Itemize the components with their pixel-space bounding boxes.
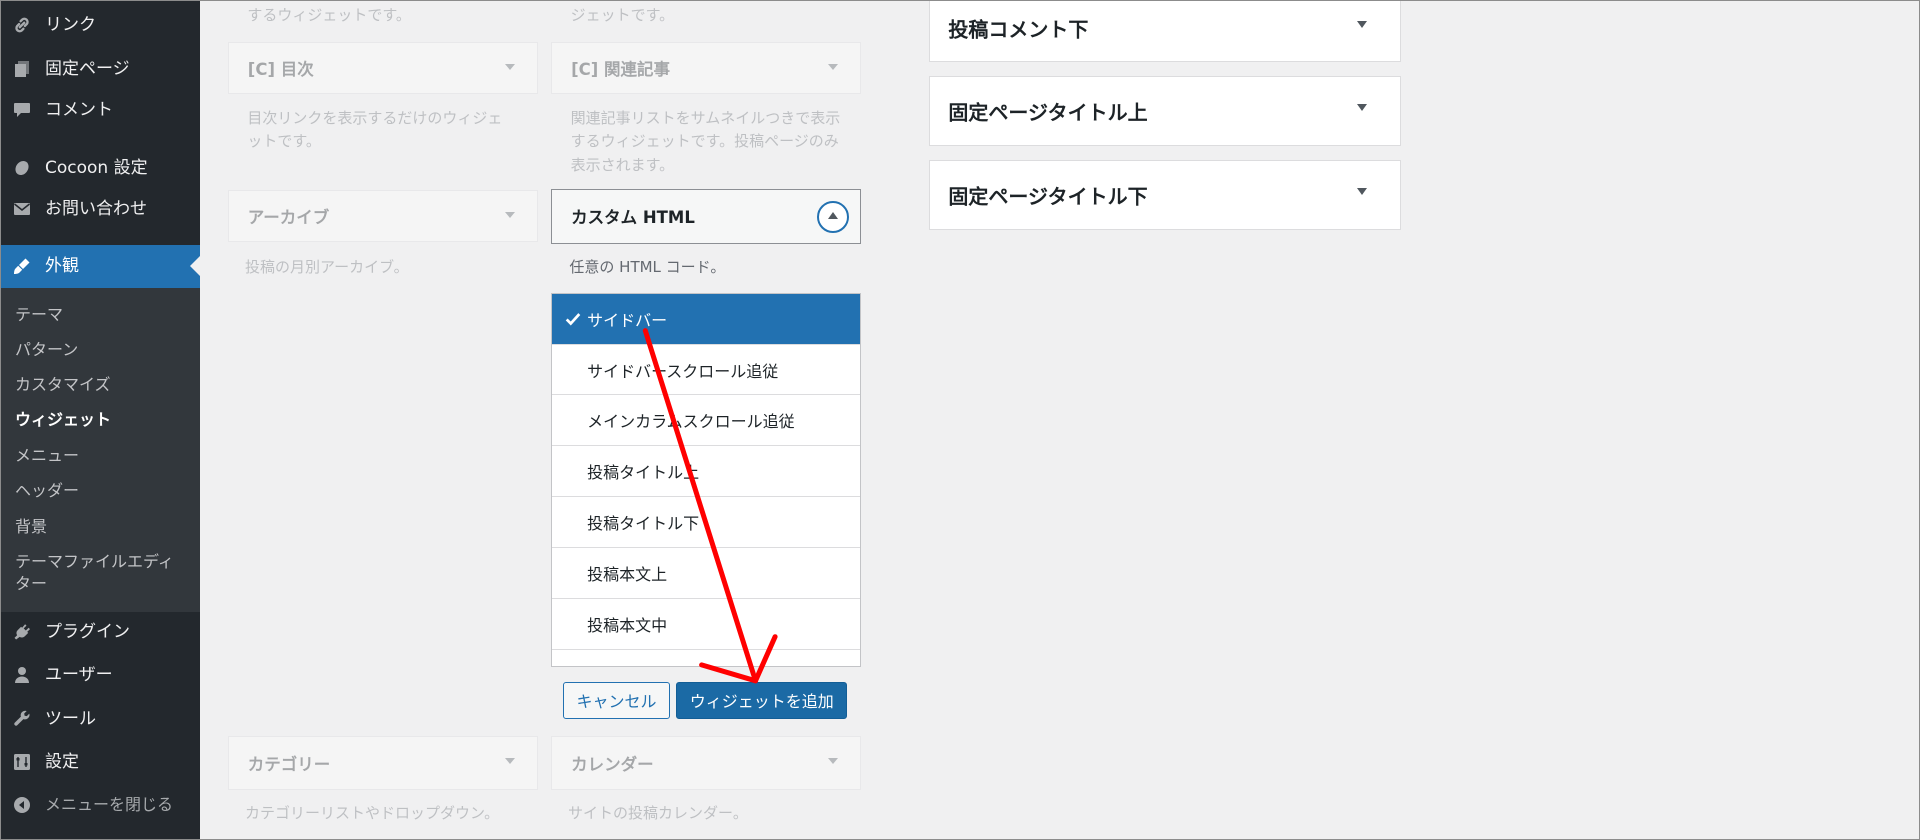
appearance-icon (12, 256, 32, 276)
widget-title: カテゴリー (247, 754, 331, 774)
sidebar-item-label: ツール (45, 708, 96, 729)
area-option-main-column-scroll[interactable]: メインカラムスクロール追従 (552, 395, 860, 447)
sidebar-item-label: Cocoon 設定 (45, 157, 148, 178)
chevron-up-icon (828, 211, 839, 219)
widget-title: カスタム HTML (571, 208, 695, 228)
area-option-above-post-title[interactable]: 投稿タイトル上 (552, 446, 860, 498)
widget-description: 任意の HTML コード。 (569, 257, 726, 276)
widget-toc[interactable]: [C] 目次 (227, 41, 538, 95)
widget-description: 関連記事リストをサムネイルつきで表示するウィジェットです。投稿ページのみ表示され… (570, 109, 841, 174)
cocoon-icon (12, 158, 32, 178)
submenu-item-patterns[interactable]: パターン (15, 339, 186, 361)
sidebar-item-label: ユーザー (45, 664, 113, 685)
widget-title: カレンダー (571, 754, 654, 774)
area-option-label: 投稿タイトル上 (587, 463, 700, 483)
area-option-above-post-body[interactable]: 投稿本文上 (552, 548, 860, 600)
widget-description: 投稿の月別アーカイブ。 (245, 257, 409, 276)
sidebar-item-label: リンク (45, 14, 96, 35)
link-icon (12, 15, 32, 35)
widget-title: [C] 関連記事 (571, 59, 671, 79)
widget-area-title: 投稿コメント下 (948, 17, 1089, 41)
sidebar-item-label: 設定 (45, 751, 79, 772)
collapse-menu-icon (12, 795, 32, 815)
active-menu-pointer (190, 256, 200, 276)
widget-area-above-page-title[interactable]: 固定ページタイトル上 (929, 75, 1401, 146)
sidebar-item-users[interactable]: ユーザー (0, 658, 200, 692)
widget-title: [C] 目次 (247, 59, 314, 79)
widget-toggle-arrow-icon[interactable] (827, 758, 838, 764)
widget-calendar[interactable]: カレンダー (551, 736, 861, 790)
sidebar-item-comments[interactable]: コメント (0, 93, 200, 127)
submenu-item-widgets[interactable]: ウィジェット (15, 409, 186, 431)
area-option-label: 投稿本文中 (587, 615, 668, 635)
checkmark-icon (564, 310, 582, 328)
area-option-label: メインカラムスクロール追従 (587, 412, 795, 432)
pages-icon (12, 59, 32, 79)
submenu-item-theme-file-editor[interactable]: テーマファイルエディター (15, 551, 186, 595)
sidebar-item-label: メニューを閉じる (45, 794, 174, 814)
area-option-label: サイドバー (587, 310, 668, 330)
area-option-below-post-title[interactable]: 投稿タイトル下 (552, 497, 860, 549)
submenu-item-customize[interactable]: カスタマイズ (15, 374, 186, 396)
widget-area-below-page-title[interactable]: 固定ページタイトル下 (929, 160, 1401, 231)
area-option-sidebar[interactable]: サイドバー (552, 293, 860, 345)
area-option-middle-post-body[interactable]: 投稿本文中 (552, 599, 860, 650)
area-option-clipped[interactable] (552, 650, 860, 666)
area-option-label: 投稿本文上 (587, 565, 668, 585)
sidebar-item-appearance[interactable]: 外観 (0, 245, 200, 288)
sidebar-item-contact[interactable]: お問い合わせ (0, 192, 200, 226)
widget-archives[interactable]: アーカイブ (227, 189, 538, 243)
sidebar-item-settings[interactable]: 設定 (0, 745, 200, 779)
plugins-icon (12, 622, 32, 642)
widget-related-posts[interactable]: [C] 関連記事 (551, 41, 861, 95)
area-option-label: サイドバースクロール追従 (587, 361, 779, 381)
comments-icon (12, 100, 32, 120)
sidebar-item-cocoon-settings[interactable]: Cocoon 設定 (0, 151, 200, 185)
chevron-down-icon[interactable] (1356, 103, 1367, 111)
widget-description: 目次リンクを表示するだけのウィジェットです。 (247, 109, 503, 151)
sidebar-item-label: 固定ページ (45, 58, 130, 79)
sidebar-item-label: コメント (45, 100, 113, 121)
collapse-menu-button[interactable]: メニューを閉じる (0, 788, 200, 822)
sidebar-item-label: プラグイン (45, 621, 130, 642)
widget-toggle-arrow-icon[interactable] (827, 63, 838, 70)
area-option-label: 投稿タイトル下 (587, 514, 700, 534)
widget-description: サイトの投稿カレンダー。 (568, 803, 748, 822)
sidebar-item-links[interactable]: リンク (0, 8, 200, 42)
admin-sidebar: リンク 固定ページ コメント Cocoon 設定 お問い合わせ 外観 テーマ パ… (0, 0, 200, 840)
submenu-item-menus[interactable]: メニュー (15, 445, 186, 467)
cancel-button[interactable]: キャンセル (563, 682, 670, 719)
widget-description: ジェットです。 (570, 6, 675, 25)
widget-area-chooser: サイドバー サイドバースクロール追従 メインカラムスクロール追従 投稿タイトル上… (551, 292, 861, 668)
widget-toggle-arrow-icon[interactable] (504, 211, 515, 218)
area-option-sidebar-scroll[interactable]: サイドバースクロール追従 (552, 345, 860, 396)
widget-title: アーカイブ (247, 208, 330, 228)
sidebar-item-plugins[interactable]: プラグイン (0, 615, 200, 649)
sidebar-item-label: 外観 (45, 256, 79, 276)
submenu-item-header[interactable]: ヘッダー (15, 480, 186, 502)
settings-icon (12, 752, 32, 772)
widget-collapse-toggle[interactable] (817, 200, 850, 233)
widget-description: するウィジェットです。 (247, 6, 411, 25)
users-icon (12, 665, 32, 685)
sidebar-item-tools[interactable]: ツール (0, 702, 200, 736)
submenu-item-background[interactable]: 背景 (15, 516, 186, 538)
add-widget-button[interactable]: ウィジェットを追加 (676, 682, 848, 719)
widget-area-title: 固定ページタイトル上 (948, 100, 1148, 125)
sidebar-item-pages[interactable]: 固定ページ (0, 52, 200, 86)
submenu-item-themes[interactable]: テーマ (15, 304, 186, 326)
chevron-down-icon[interactable] (1356, 20, 1367, 28)
widget-toggle-arrow-icon[interactable] (504, 758, 515, 764)
widget-description: カテゴリーリストやドロップダウン。 (245, 803, 500, 822)
sidebar-item-label: お問い合わせ (45, 199, 147, 220)
chevron-down-icon[interactable] (1356, 188, 1367, 196)
widget-categories[interactable]: カテゴリー (227, 736, 538, 790)
tools-icon (12, 709, 32, 729)
widget-area-title: 固定ページタイトル下 (948, 184, 1148, 209)
widget-custom-html[interactable]: カスタム HTML (551, 188, 861, 244)
mail-icon (12, 199, 32, 219)
widget-toggle-arrow-icon[interactable] (504, 63, 515, 70)
widget-area-below-post-comments[interactable]: 投稿コメント下 (929, 0, 1401, 63)
